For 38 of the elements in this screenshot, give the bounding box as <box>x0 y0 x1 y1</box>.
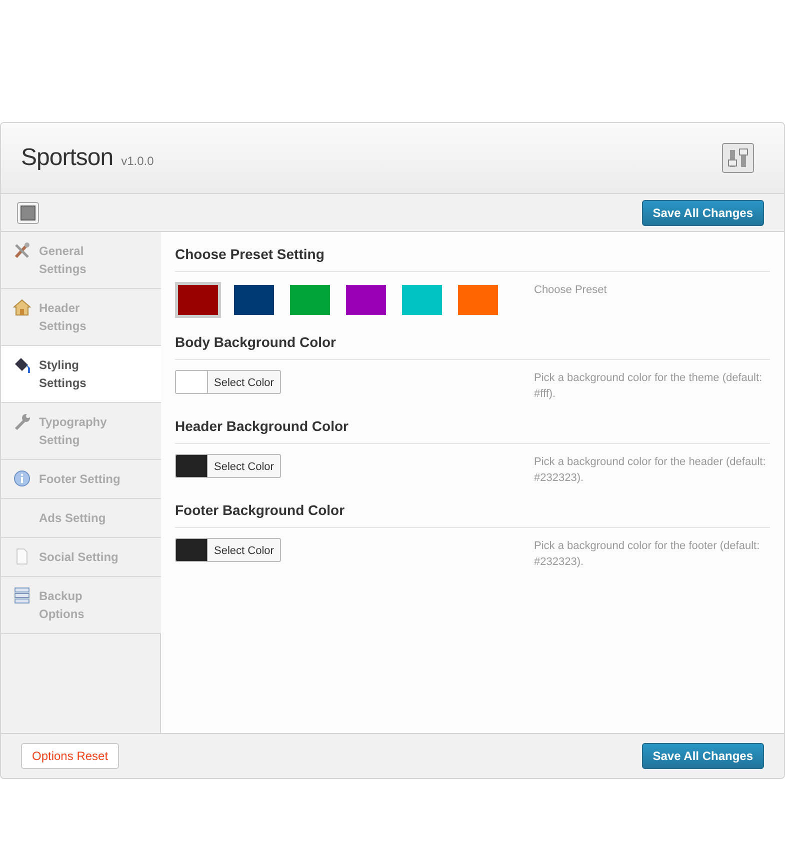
preset-swatch[interactable] <box>231 282 277 318</box>
version-label: v1.0.0 <box>121 153 154 170</box>
preset-swatch[interactable] <box>287 282 333 318</box>
section-title: Footer Background Color <box>175 500 770 528</box>
house-icon <box>13 299 31 316</box>
tools-icon <box>13 242 31 259</box>
color-picker-button[interactable]: Select Color <box>175 538 281 562</box>
sidebar-item[interactable]: Backup Options <box>1 577 161 634</box>
section-title: Body Background Color <box>175 332 770 360</box>
sidebar-item[interactable]: Typography Setting <box>1 403 161 460</box>
paint-bucket-icon <box>13 356 31 373</box>
sidebar-item[interactable]: General Settings <box>1 232 161 289</box>
section-title: Choose Preset Setting <box>175 244 770 272</box>
section-description: Pick a background color for the header (default: #232323). <box>534 455 767 486</box>
sliders-icon[interactable] <box>722 143 754 173</box>
sidebar-item[interactable]: Footer Setting <box>1 460 161 499</box>
section-title: Header Background Color <box>175 416 770 444</box>
wrench-icon <box>13 413 31 430</box>
save-all-changes-button[interactable]: Save All Changes <box>642 200 764 226</box>
sidebar-item[interactable]: Ads Setting <box>1 499 161 538</box>
preset-swatch[interactable] <box>175 282 221 318</box>
app-title: Sportson <box>21 143 114 173</box>
layout-icon[interactable] <box>17 202 39 224</box>
section-description: Pick a background color for the theme (default: #fff). <box>534 371 764 402</box>
info-icon <box>13 470 31 487</box>
stack-icon <box>13 587 31 604</box>
preset-swatch[interactable] <box>455 282 501 318</box>
sidebar-item[interactable]: Header Settings <box>1 289 161 346</box>
options-reset-button[interactable]: Options Reset <box>21 743 120 769</box>
color-picker-button[interactable]: Select Color <box>175 370 281 394</box>
section-description: Pick a background color for the footer (default: #232323). <box>534 539 761 570</box>
preset-swatch[interactable] <box>399 282 445 318</box>
color-picker-button[interactable]: Select Color <box>175 454 281 478</box>
save-all-changes-button[interactable]: Save All Changes <box>642 743 764 769</box>
section-description: Choose Preset <box>534 283 608 298</box>
sidebar-item[interactable]: Social Setting <box>1 538 161 577</box>
sidebar-item[interactable]: Styling Settings <box>1 346 162 403</box>
preset-swatch[interactable] <box>343 282 389 318</box>
